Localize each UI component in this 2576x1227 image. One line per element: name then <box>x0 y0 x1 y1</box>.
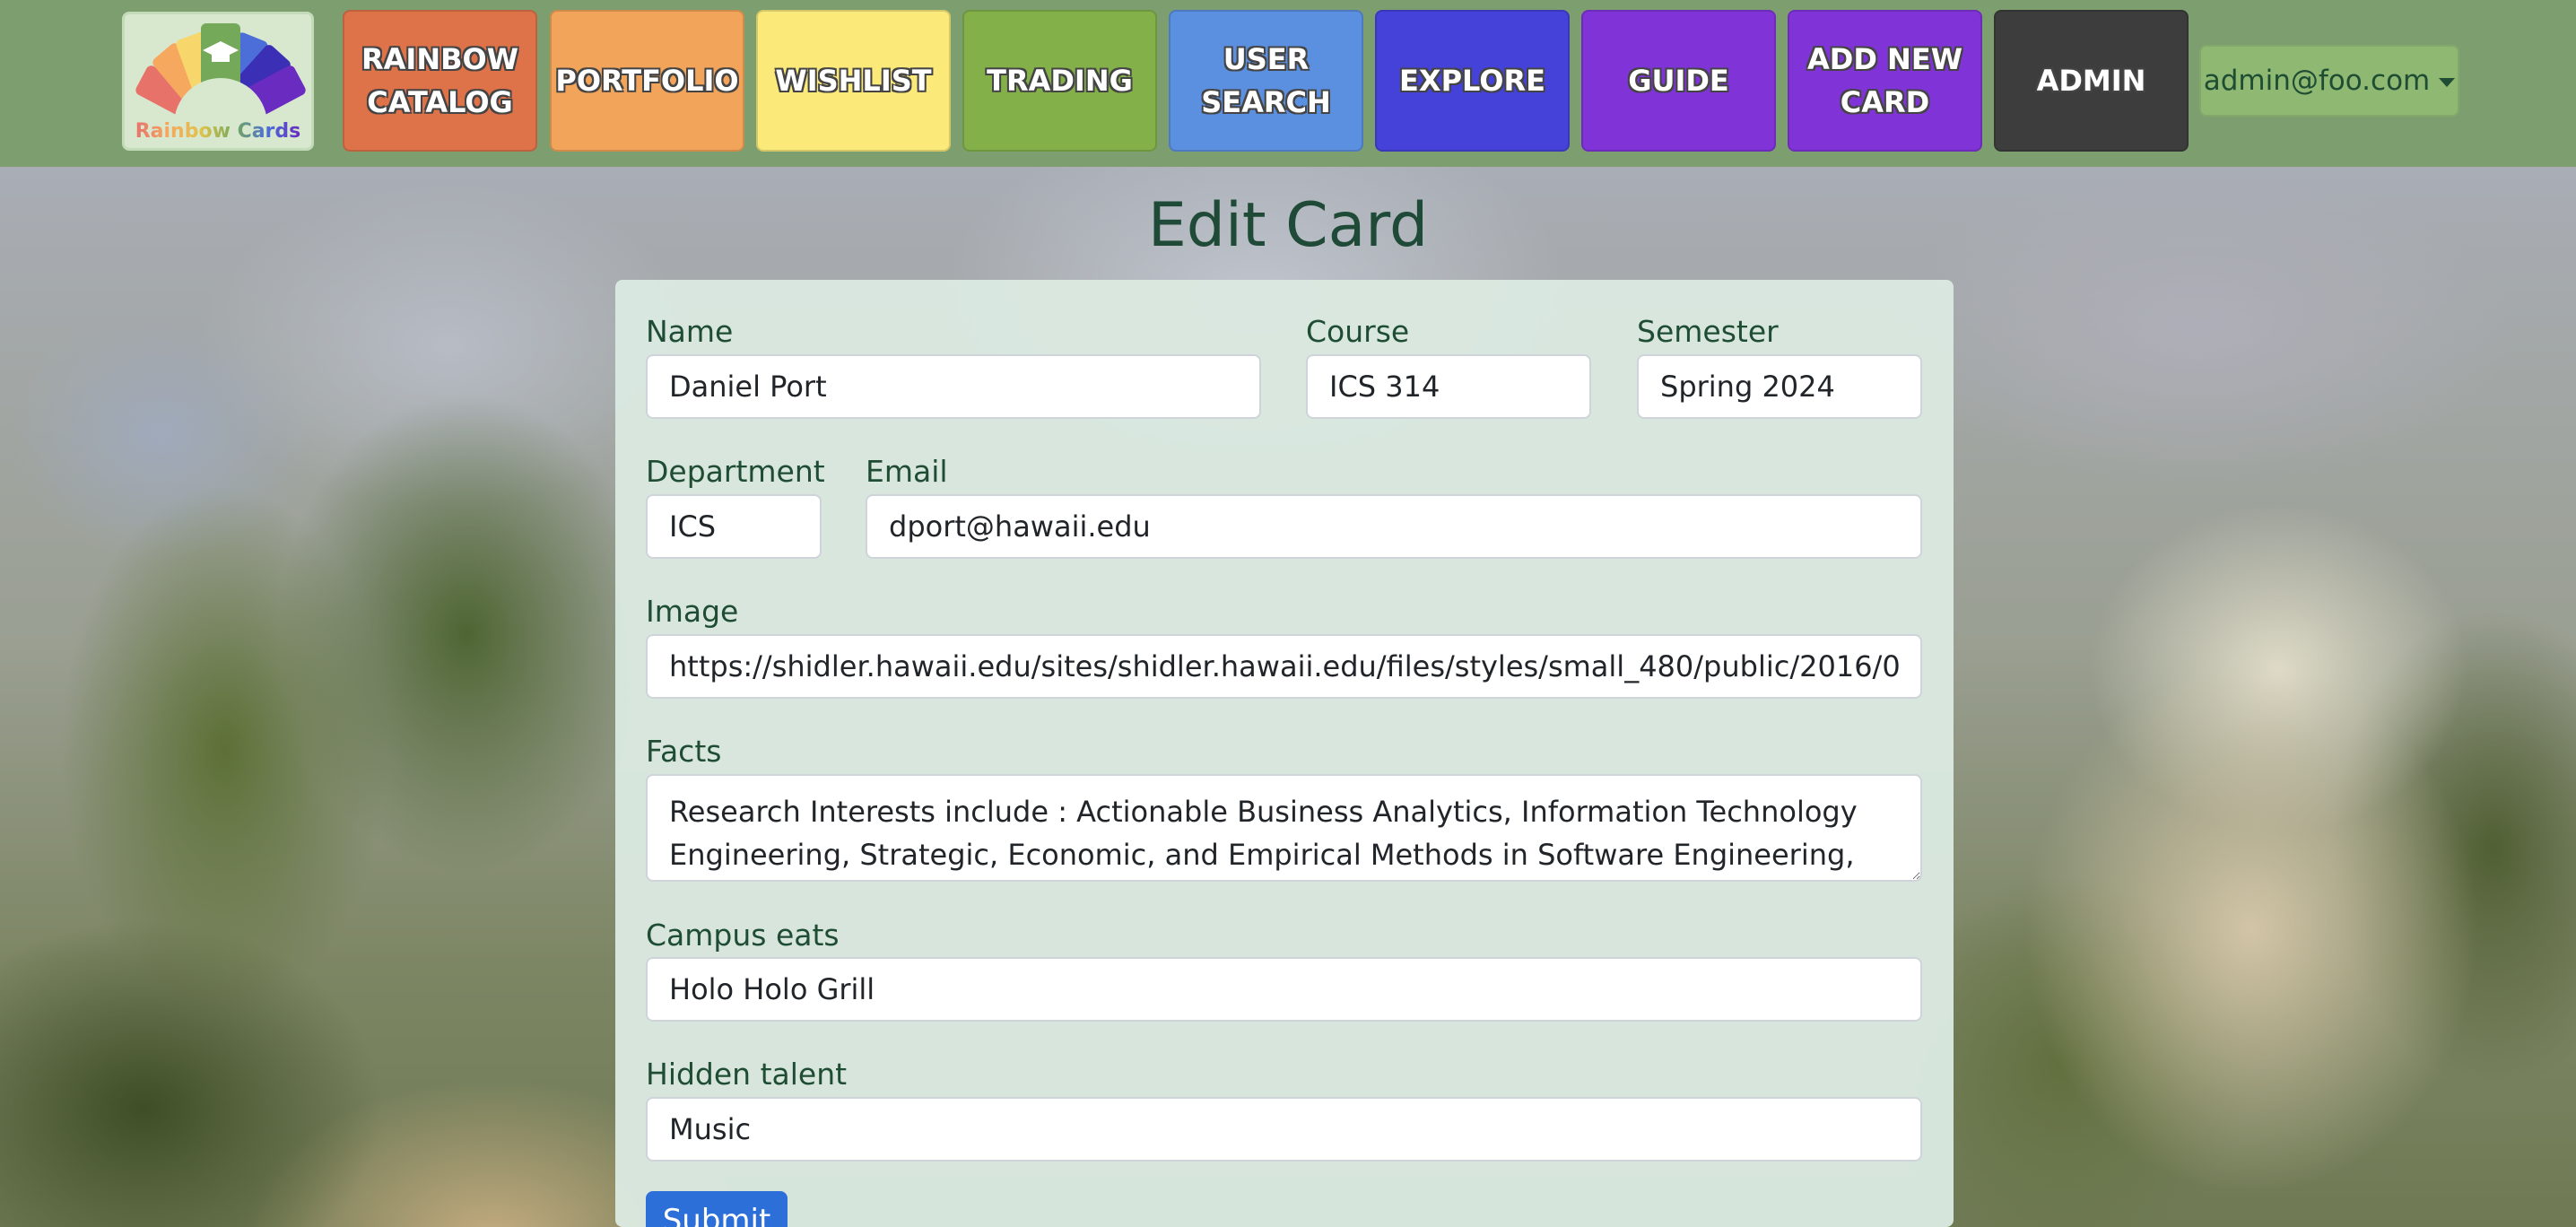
department-input[interactable] <box>646 494 822 559</box>
name-input[interactable] <box>646 354 1261 419</box>
nav-wishlist[interactable]: WISHLIST <box>756 10 951 152</box>
campus-eats-input[interactable] <box>646 957 1922 1022</box>
nav-portfolio[interactable]: PORTFOLIO <box>550 10 744 152</box>
rainbow-cards-logo[interactable]: Rainbow Cards <box>122 12 314 151</box>
course-label: Course <box>1306 314 1410 349</box>
image-label: Image <box>646 594 739 629</box>
semester-label: Semester <box>1637 314 1779 349</box>
logo-text: Rainbow Cards <box>135 120 301 143</box>
campus-eats-label: Campus eats <box>646 918 840 953</box>
nav-guide[interactable]: GUIDE <box>1581 10 1776 152</box>
nav-user-search[interactable]: USER SEARCH <box>1169 10 1363 152</box>
image-url-input[interactable] <box>646 634 1922 699</box>
email-input[interactable] <box>866 494 1922 559</box>
user-menu-dropdown[interactable]: admin@foo.com <box>2199 45 2459 117</box>
navbar: Rainbow Cards RAINBOW CATALOG PORTFOLIO … <box>0 0 2576 167</box>
user-menu-label: admin@foo.com <box>2203 65 2431 97</box>
hidden-talent-label: Hidden talent <box>646 1057 848 1092</box>
facts-textarea[interactable]: Research Interests include : Actionable … <box>646 774 1922 882</box>
facts-label: Facts <box>646 734 722 769</box>
department-label: Department <box>646 454 825 489</box>
nav-admin[interactable]: ADMIN <box>1994 10 2189 152</box>
semester-input[interactable] <box>1637 354 1922 419</box>
name-label: Name <box>646 314 734 349</box>
course-input[interactable] <box>1306 354 1591 419</box>
nav-rainbow-catalog[interactable]: RAINBOW CATALOG <box>343 10 537 152</box>
page-title: Edit Card <box>1147 190 1429 261</box>
submit-button[interactable]: Submit <box>646 1191 788 1227</box>
hidden-talent-input[interactable] <box>646 1097 1922 1162</box>
email-label: Email <box>866 454 948 489</box>
nav-explore[interactable]: EXPLORE <box>1375 10 1570 152</box>
nav-trading[interactable]: TRADING <box>962 10 1157 152</box>
nav-add-new-card[interactable]: ADD NEW CARD <box>1788 10 1982 152</box>
chevron-down-icon <box>2439 78 2456 87</box>
